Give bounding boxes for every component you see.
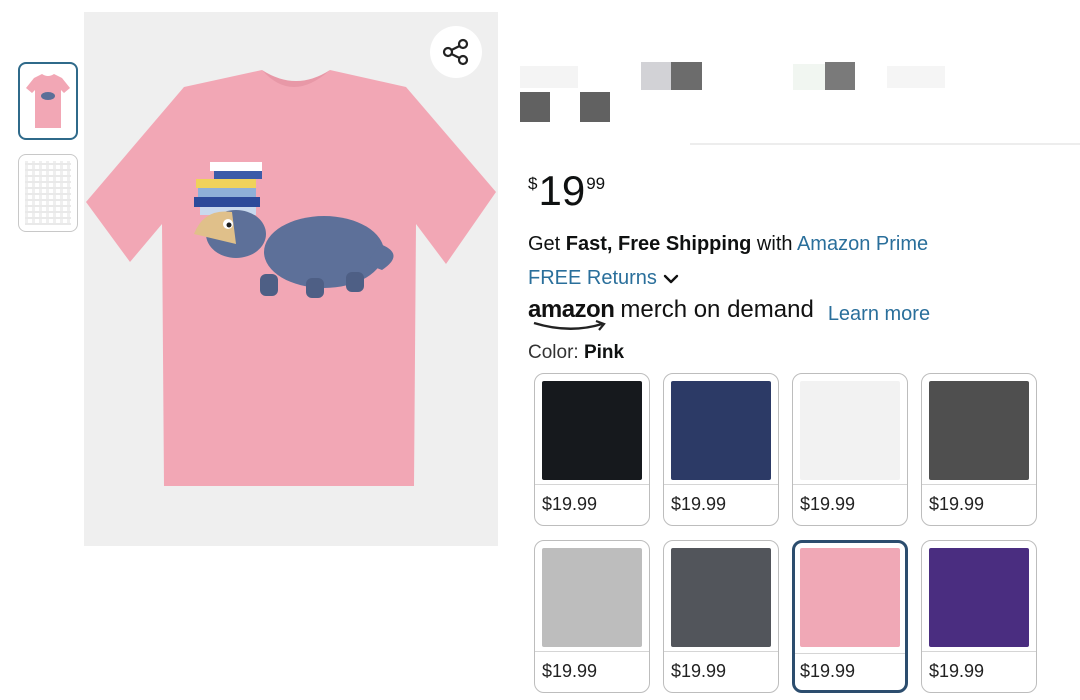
swatch-divider — [922, 651, 1036, 652]
price-symbol: $ — [528, 174, 538, 193]
thumbnail-size-chart[interactable] — [18, 154, 78, 232]
main-product-image — [84, 12, 498, 546]
swatch-price: $19.99 — [800, 494, 856, 514]
pink-tshirt-triceratops-image — [86, 70, 496, 486]
swatch-color-chip — [800, 548, 900, 647]
swatch-divider — [793, 484, 907, 485]
swatch-navy[interactable]: $19.99 — [663, 373, 779, 526]
swatch-charcoal[interactable]: $19.99 — [663, 540, 779, 693]
free-returns-label: FREE Returns — [528, 267, 657, 289]
swatch-price: $19.99 — [800, 661, 856, 681]
free-returns-toggle[interactable]: FREE Returns — [528, 267, 679, 290]
shipping-prefix: Get — [528, 233, 566, 255]
swatch-color-chip — [671, 381, 771, 480]
swatch-color-chip — [800, 381, 900, 480]
swatch-color-chip — [929, 381, 1029, 480]
price-fraction: 99 — [586, 174, 606, 193]
selected-color-name: Pink — [583, 342, 625, 363]
swatch-purple[interactable]: $19.99 — [921, 540, 1037, 693]
amazon-smile-icon — [533, 320, 606, 331]
merch-on-demand-row: amazon merch on demand Learn more — [528, 296, 930, 331]
swatch-price: $19.99 — [671, 661, 727, 681]
learn-more-link[interactable]: Learn more — [828, 303, 930, 326]
swatch-pink[interactable]: $19.99 — [792, 540, 908, 693]
price-whole: 19 — [538, 167, 586, 214]
shipping-middle: with — [751, 233, 797, 255]
merch-brand: amazon — [528, 296, 615, 323]
swatch-dark-heather[interactable]: $19.99 — [921, 373, 1037, 526]
swatch-white[interactable]: $19.99 — [792, 373, 908, 526]
title-divider — [690, 143, 1080, 145]
swatch-color-chip — [542, 548, 642, 647]
amazon-prime-link[interactable]: Amazon Prime — [797, 233, 928, 255]
swatch-price: $19.99 — [542, 494, 598, 514]
price-display: $ 19 99 — [528, 168, 605, 214]
swatch-divider — [922, 484, 1036, 485]
swatch-price: $19.99 — [929, 661, 985, 681]
swatch-color-chip — [542, 381, 642, 480]
swatch-divider — [795, 653, 905, 654]
swatch-black[interactable]: $19.99 — [534, 373, 650, 526]
merch-tagline: merch on demand — [620, 296, 814, 323]
thumbnail-tshirt[interactable] — [18, 62, 78, 140]
amazon-merch-logo: amazon merch on demand — [528, 296, 814, 331]
swatch-divider — [535, 651, 649, 652]
swatch-price: $19.99 — [929, 494, 985, 514]
color-label-prefix: Color: — [528, 342, 584, 363]
swatch-price: $19.99 — [671, 494, 727, 514]
swatch-divider — [664, 484, 778, 485]
tshirt-thumbnail-image — [26, 74, 70, 128]
swatch-heather-grey[interactable]: $19.99 — [534, 540, 650, 693]
swatch-color-chip — [671, 548, 771, 647]
color-label: Color: Pink — [528, 342, 624, 364]
size-chart-thumbnail-image — [25, 161, 71, 225]
swatch-color-chip — [929, 548, 1029, 647]
shipping-info: Get Fast, Free Shipping with Amazon Prim… — [528, 233, 928, 256]
shipping-bold: Fast, Free Shipping — [565, 233, 752, 255]
share-button[interactable] — [430, 26, 482, 78]
chevron-down-icon — [663, 274, 679, 283]
swatch-divider — [535, 484, 649, 485]
share-icon — [442, 38, 469, 66]
swatch-price: $19.99 — [542, 661, 598, 681]
swatch-divider — [664, 651, 778, 652]
